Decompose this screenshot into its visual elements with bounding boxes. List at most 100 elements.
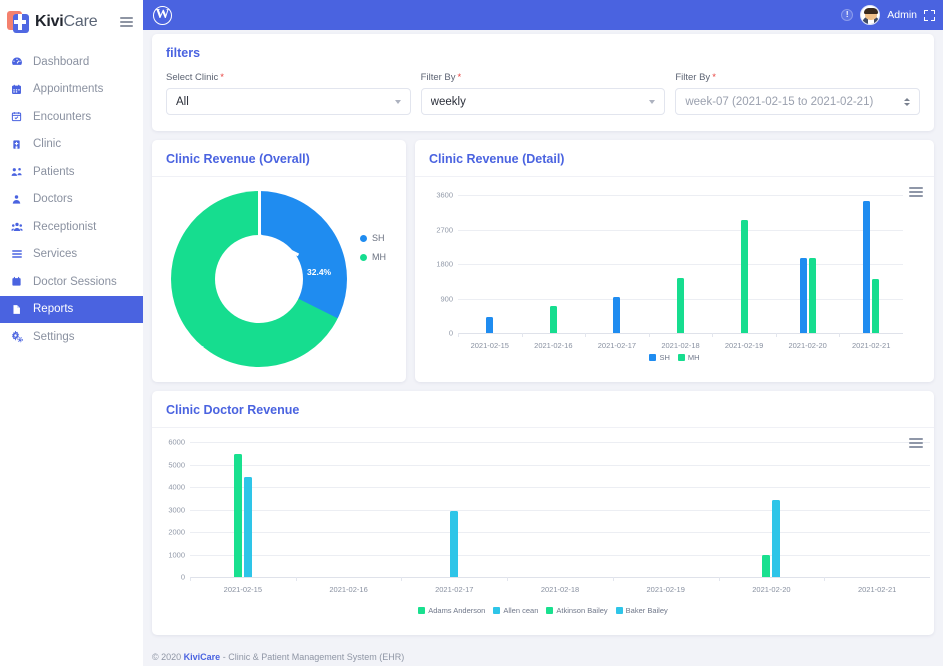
main-area: W ! Admin filters Select Clinic * All Fi… [143,0,943,666]
bar[interactable] [486,316,494,333]
y-axis-tick: 1800 [436,259,453,269]
legend-item[interactable]: Baker Bailey [615,606,668,615]
x-axis-tick: 2021-02-15 [223,585,263,594]
legend-label: MH [687,353,700,362]
users-icon [8,221,25,233]
label-filter-period-text: Filter By [420,72,456,83]
x-axis-tickmark [718,577,720,581]
document-icon [8,304,25,315]
legend-item[interactable]: Atkinson Bailey [546,606,608,615]
detail-bar-chart: 0 900 1800 2700 3600 2021-02-15 2021-02-16 2021… [415,177,934,382]
sidebar-item-doctors[interactable]: Doctors [0,186,143,214]
filter-period-value: weekly [430,95,466,108]
x-axis-tickmark [775,333,777,337]
bar[interactable] [863,200,871,333]
bar[interactable] [799,258,807,333]
sidebar-item-clinic[interactable]: Clinic [0,131,143,159]
x-axis-tick: 2021-02-17 [597,341,637,350]
info-icon[interactable]: ! [841,9,854,21]
y-axis-tick: 4000 [168,482,185,492]
legend-item[interactable]: Allen cean [493,606,538,615]
legend-label: Atkinson Bailey [556,606,608,615]
export-menu-icon[interactable] [909,185,923,199]
sidebar-item-services[interactable]: Services [0,241,143,269]
y-axis-tick: 3600 [436,190,453,200]
wordpress-icon[interactable]: W [153,5,172,25]
content: filters Select Clinic * All Filter By * … [143,34,943,635]
filters-card: filters Select Clinic * All Filter By * … [152,34,934,131]
sidebar-item-patients[interactable]: Patients [0,158,143,186]
y-axis-tick: 2700 [436,225,453,234]
bar[interactable] [677,278,684,333]
x-axis-tickmark [585,333,587,337]
plot-area: 0 1000 2000 3000 4000 5000 6000 2021-02-15 2021-… [168,438,930,594]
legend-swatch [360,253,367,261]
legend-swatch [493,607,501,614]
bar[interactable] [762,555,771,577]
bar[interactable] [772,499,781,577]
clinic-revenue-overall-title: Clinic Revenue (Overall) [152,140,406,177]
bar[interactable] [613,297,621,333]
y-axis-tick: 900 [440,294,453,303]
export-menu-icon[interactable] [909,436,923,450]
session-calendar-icon [8,276,25,287]
sidebar-item-label: Doctor Sessions [33,275,117,288]
bar[interactable] [549,306,557,333]
sidebar-item-dashboard[interactable]: Dashboard [0,48,143,76]
bar[interactable] [233,454,242,577]
admin-label[interactable]: Admin [887,9,917,21]
expand-icon[interactable] [924,9,935,21]
sidebar-toggle-icon[interactable] [120,15,133,30]
filter-week-dropdown[interactable]: week-07 (2021-02-15 to 2021-02-21) [675,88,921,115]
top-bar: W ! Admin [143,0,943,30]
sidebar-item-appointments[interactable]: Appointments [0,76,143,104]
gear-icon [8,330,25,343]
donut-legend-item[interactable]: MH [360,252,386,262]
x-axis-tickmark [401,577,403,581]
legend-item[interactable]: SH [649,353,670,362]
bar[interactable] [872,279,880,333]
x-axis-tick: 2021-02-18 [540,585,580,594]
donut-label-sh: 32.4% [307,267,332,277]
legend-label: SH [372,233,385,243]
y-axis-tick: 5000 [168,460,185,469]
x-axis-tick: 2021-02-20 [752,585,791,594]
gridline [190,532,930,533]
bar[interactable] [450,510,459,577]
doctor-bar-chart: 0 1000 2000 3000 4000 5000 6000 2021-02-15 2021-… [152,428,934,635]
select-clinic-value: All [176,95,189,108]
legend-swatch [546,607,554,614]
sidebar-item-doctor-sessions[interactable]: Doctor Sessions [0,268,143,296]
field-select-clinic: Select Clinic * All [166,72,411,115]
x-axis-tickmark [507,577,509,581]
legend-swatch [360,234,367,242]
stepper-arrows-icon[interactable] [904,97,911,106]
sidebar-item-encounters[interactable]: Encounters [0,103,143,131]
bar[interactable] [740,219,748,333]
avatar[interactable] [860,5,881,25]
kivicare-logo-icon [6,9,32,35]
bar[interactable] [808,257,816,333]
legend-item[interactable]: MH [677,353,700,362]
x-axis-tickmark [612,577,614,581]
sidebar-item-settings[interactable]: Settings [0,323,143,351]
clinic-revenue-detail-title: Clinic Revenue (Detail) [415,140,934,177]
sidebar-item-reports[interactable]: Reports [0,295,143,323]
donut-legend-item[interactable]: SH [360,233,386,243]
select-clinic-dropdown[interactable]: All [166,88,411,115]
chevron-down-icon [394,99,401,104]
bar[interactable] [243,477,252,577]
sidebar-item-receptionist[interactable]: Receptionist [0,213,143,241]
clinic-revenue-overall-card: Clinic Revenue (Overall) 32.4% 67.6% SH M… [152,140,406,382]
required-mark: * [457,72,462,83]
legend-item[interactable]: Adams Anderson [418,606,485,615]
clinic-revenue-detail-card: Clinic Revenue (Detail) 0 900 1800 2700 3600… [415,140,934,382]
x-axis-tickmark [712,333,714,337]
charts-row: Clinic Revenue (Overall) 32.4% 67.6% SH M… [152,140,934,382]
chart-legend: Adams Anderson Allen cean Atkinson Bailey B… [152,606,934,615]
x-axis-tick: 2021-02-21 [852,341,891,350]
calendar-check-icon [8,111,25,122]
x-axis-tickmark [190,577,191,581]
filter-period-dropdown[interactable]: weekly [420,88,666,115]
x-axis-tickmark [521,333,523,337]
